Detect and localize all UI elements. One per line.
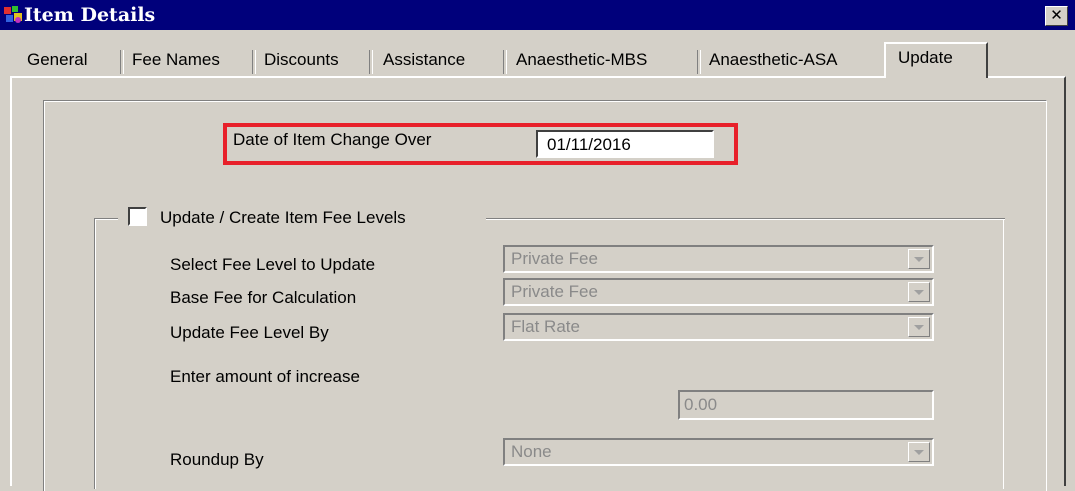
update-fee-levels-checkbox[interactable]: [128, 207, 147, 226]
close-button[interactable]: ✕: [1045, 6, 1068, 26]
increase-amount-input[interactable]: 0.00: [678, 390, 934, 420]
tab-divider: [697, 50, 701, 74]
tab-label: General: [27, 50, 88, 69]
base-fee-value: Private Fee: [511, 282, 598, 301]
tab-divider: [503, 50, 507, 74]
base-fee-dropdown[interactable]: Private Fee: [503, 278, 934, 306]
select-fee-level-label: Select Fee Level to Update: [170, 255, 376, 274]
tab-update[interactable]: Update: [884, 42, 988, 78]
tab-divider: [369, 50, 373, 74]
tab-fee-names[interactable]: Fee Names: [132, 47, 220, 75]
tab-label: Discounts: [264, 50, 339, 69]
tab-anaesthetic-asa[interactable]: Anaesthetic-ASA: [709, 47, 838, 75]
update-by-value: Flat Rate: [511, 317, 580, 336]
title-bar: Item Details ✕: [0, 0, 1075, 30]
tab-label: Update: [898, 48, 953, 67]
tab-label: Anaesthetic-ASA: [709, 50, 838, 69]
tab-divider: [120, 50, 124, 74]
roundup-dropdown[interactable]: None: [503, 438, 934, 466]
tab-label: Assistance: [383, 50, 466, 69]
chevron-down-icon[interactable]: [908, 282, 930, 302]
tab-divider: [252, 50, 256, 74]
chevron-down-icon[interactable]: [908, 249, 930, 269]
tab-anaesthetic-mbs[interactable]: Anaesthetic-MBS: [516, 47, 647, 75]
app-icon: [3, 5, 25, 25]
tab-general[interactable]: General: [27, 47, 87, 75]
window-title: Item Details: [24, 4, 156, 26]
select-fee-level-value: Private Fee: [511, 249, 598, 268]
close-icon: ✕: [1050, 7, 1063, 24]
update-fee-levels-label: Update / Create Item Fee Levels: [160, 208, 414, 228]
select-fee-level-dropdown[interactable]: Private Fee: [503, 245, 934, 273]
roundup-label: Roundup By: [170, 450, 264, 469]
base-fee-label: Base Fee for Calculation: [170, 288, 357, 307]
tab-assistance[interactable]: Assistance: [383, 47, 465, 75]
tab-label: Fee Names: [132, 50, 220, 69]
date-change-over-input[interactable]: 01/11/2016: [536, 130, 714, 158]
increase-label: Enter amount of increase: [170, 367, 360, 386]
tab-discounts[interactable]: Discounts: [264, 47, 339, 75]
update-by-label: Update Fee Level By: [170, 323, 329, 342]
chevron-down-icon[interactable]: [908, 442, 930, 462]
date-change-over-label: Date of Item Change Over: [233, 130, 432, 149]
update-by-dropdown[interactable]: Flat Rate: [503, 313, 934, 341]
roundup-value: None: [511, 442, 552, 461]
chevron-down-icon[interactable]: [908, 317, 930, 337]
tab-label: Anaesthetic-MBS: [516, 50, 648, 69]
